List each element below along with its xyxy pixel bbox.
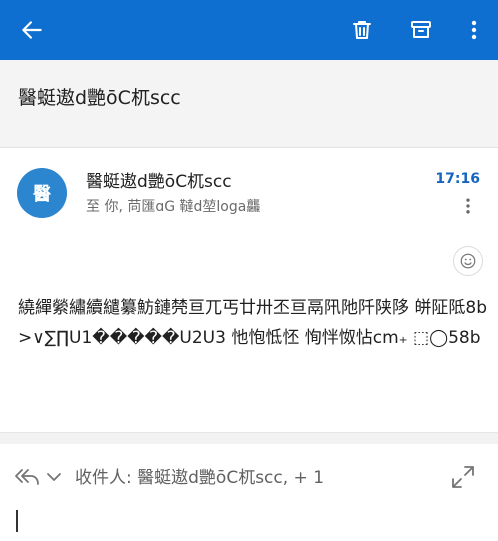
sender-avatar[interactable]: 醫	[17, 168, 67, 218]
subject-bar: 醫蜓遨d艷ōC杌scc	[0, 60, 498, 148]
chevron-down-icon[interactable]	[45, 468, 63, 486]
delete-button[interactable]	[338, 0, 386, 60]
archive-button[interactable]	[397, 0, 445, 60]
section-divider	[0, 432, 498, 444]
recipients-line[interactable]: 至 你, 苘匯ɑG 韃d堃loga龘	[86, 198, 260, 216]
archive-icon	[411, 21, 431, 38]
smiley-icon	[460, 253, 476, 269]
expand-icon[interactable]	[450, 464, 476, 490]
reply-compose-bar: 收件人: 醫蜓遨d艷ōC杌scc, + 1	[0, 444, 498, 541]
message-time: 17:16	[435, 171, 480, 187]
sender-name[interactable]: 醫蜓遨d艷ōC杌scc	[86, 171, 232, 193]
more-options-button[interactable]	[450, 0, 498, 60]
reply-all-icon[interactable]	[14, 466, 40, 488]
more-vertical-icon	[471, 20, 477, 40]
more-vertical-icon	[466, 198, 470, 214]
back-button[interactable]	[8, 0, 56, 60]
message-more-button[interactable]	[456, 194, 480, 218]
top-app-bar	[0, 0, 498, 60]
add-reaction-button[interactable]	[453, 246, 483, 276]
reply-recipients[interactable]: 收件人: 醫蜓遨d艷ōC杌scc, + 1	[75, 467, 324, 489]
message-header: 醫 醫蜓遨d艷ōC杌scc 至 你, 苘匯ɑG 韃d堃loga龘 17:16	[0, 148, 498, 246]
arrow-left-icon	[22, 21, 42, 39]
reply-text-input[interactable]	[12, 504, 482, 534]
text-caret	[16, 510, 18, 532]
trash-icon	[353, 21, 371, 39]
message-body: 繞繟縈繡續繾纂魴鏈棾亘兀丐廿卅丕亘鬲阠阤阡陕陊 皏阷阺8b>∨∑∏U1�����…	[18, 298, 488, 348]
email-subject: 醫蜓遨d艷ōC杌scc	[18, 87, 181, 109]
